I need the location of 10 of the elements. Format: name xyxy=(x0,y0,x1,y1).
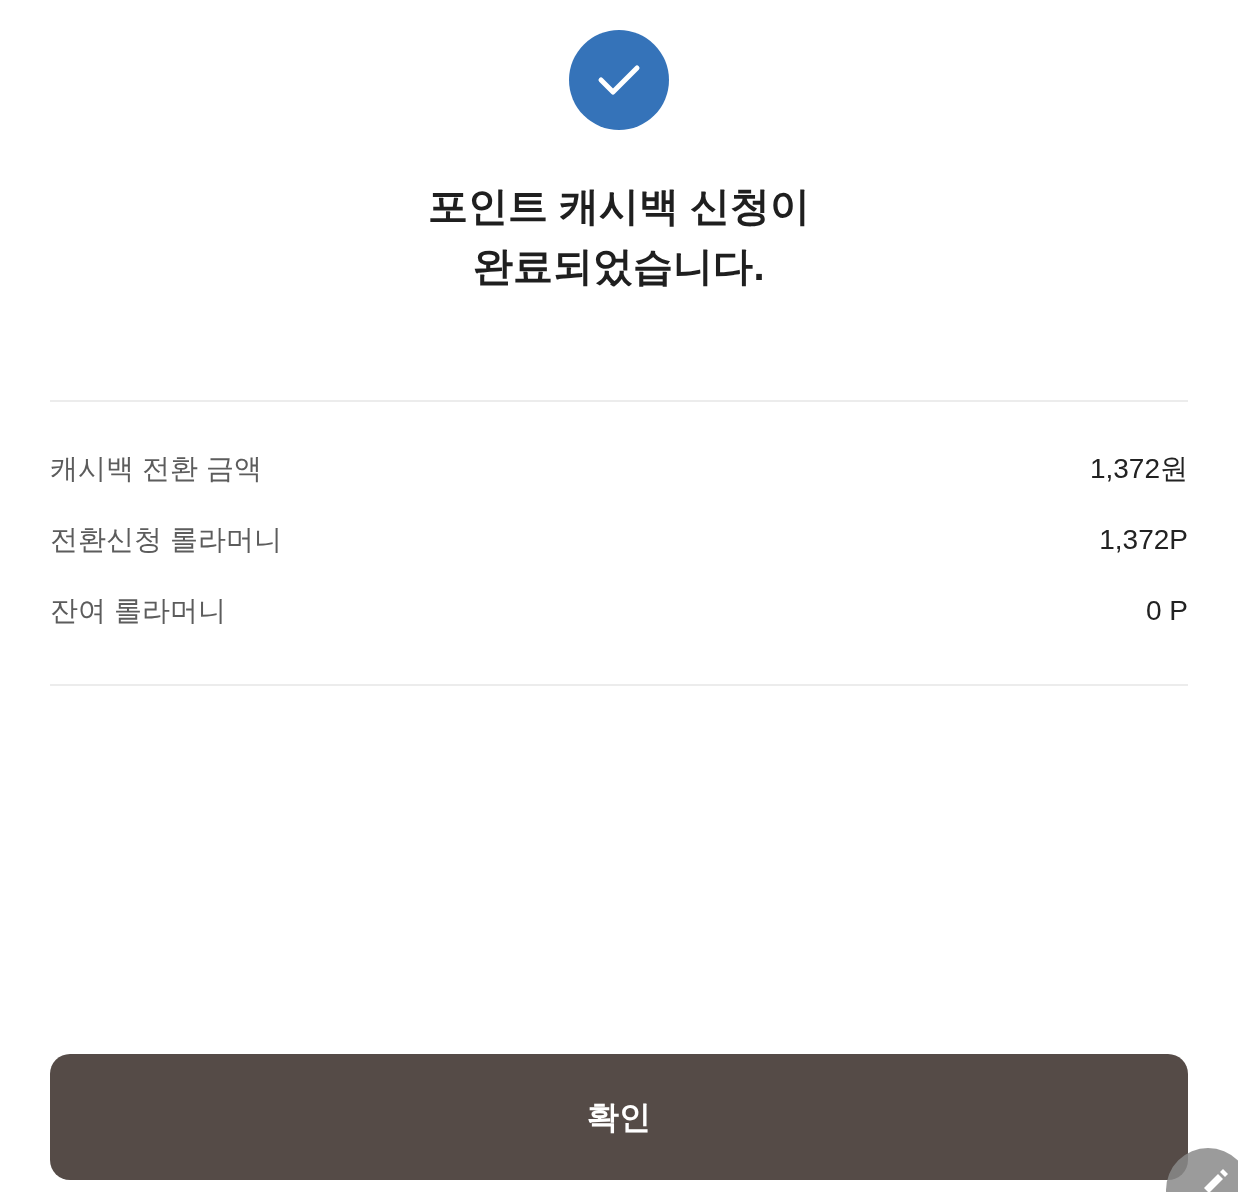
check-icon xyxy=(569,30,669,130)
summary-label: 캐시백 전환 금액 xyxy=(50,451,262,486)
summary-value: 1,372원 xyxy=(1089,451,1188,486)
summary-value: 1,372P xyxy=(1099,522,1188,557)
confirm-button[interactable]: 확인 xyxy=(50,1054,1188,1180)
completion-title: 포인트 캐시백 신청이 완료되었습니다. xyxy=(427,183,811,290)
summary-label: 전환신청 롤라머니 xyxy=(50,522,282,557)
summary-value: 0 P xyxy=(1145,593,1188,628)
summary-label: 잔여 롤라머니 xyxy=(50,593,226,628)
pencil-icon[interactable] xyxy=(1166,1148,1238,1192)
